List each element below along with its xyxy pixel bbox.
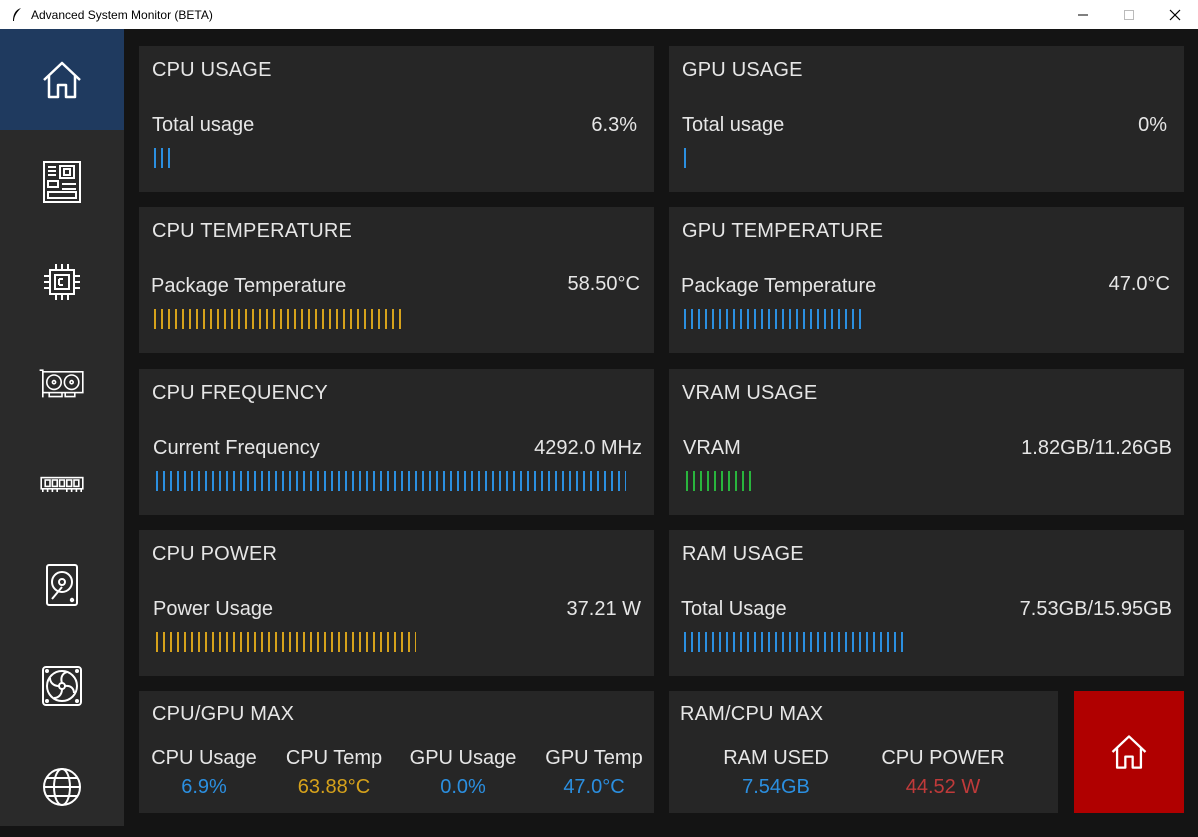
stat-label: CPU Temp (285, 747, 383, 769)
panel-title: CPU USAGE (152, 59, 272, 81)
close-button[interactable] (1152, 0, 1198, 29)
metric-label: Power Usage (153, 598, 274, 620)
gpu-usage-bar (684, 148, 688, 168)
metric-value: 0% (1138, 114, 1167, 136)
window-title: Advanced System Monitor (BETA) (31, 7, 213, 22)
stat-label: RAM USED (723, 747, 829, 769)
metric-value: 1.82GB/11.26GB (1021, 437, 1172, 459)
network-globe-icon (43, 767, 81, 806)
metric-value: 47.0°C (1108, 273, 1170, 295)
ram-icon (40, 476, 84, 492)
stat-label: GPU Temp (545, 747, 643, 769)
minimize-icon (1078, 14, 1088, 15)
fan-icon (42, 665, 82, 706)
panel-title: VRAM USAGE (682, 382, 818, 404)
feather-icon (13, 7, 21, 21)
home-icon (1111, 735, 1147, 769)
metric-value: 58.50°C (567, 273, 641, 295)
sidebar-item-home[interactable] (0, 29, 124, 130)
stat-cpu-usage: CPU Usage 6.9% (151, 747, 257, 799)
sidebar (0, 29, 124, 826)
cpu-gpu-max-panel: CPU/GPU MAX CPU Usage 6.9% CPU Temp 63.8… (139, 691, 654, 813)
cpu-usage-bar (154, 148, 174, 168)
graphics-card-icon (39, 368, 84, 397)
maximize-icon (1124, 9, 1134, 20)
stat-cpu-power: CPU POWER 44.52 W (875, 747, 1011, 799)
stat-value: 44.52 W (905, 776, 981, 798)
cpu-chip-icon (44, 263, 80, 300)
metric-value: 7.53GB/15.95GB (1019, 598, 1172, 620)
gpu-temperature-bar (684, 309, 864, 329)
stat-cpu-temp: CPU Temp 63.88°C (279, 747, 389, 799)
cpu-frequency-panel: CPU FREQUENCY Current Frequency 4292.0 M… (139, 369, 654, 515)
metric-value: 6.3% (591, 114, 637, 136)
metric-label: VRAM (683, 437, 741, 459)
cpu-power-bar (156, 632, 416, 652)
metric-label: Total Usage (681, 598, 787, 620)
gpu-usage-panel: GPU USAGE Total usage 0% (669, 46, 1184, 192)
stat-value: 7.54GB (742, 776, 810, 798)
sidebar-item-cpu[interactable] (0, 231, 124, 332)
stat-value: 63.88°C (297, 776, 371, 798)
metric-value: 4292.0 MHz (534, 437, 642, 459)
cpu-frequency-bar (156, 471, 626, 491)
panel-title: RAM USAGE (682, 543, 804, 565)
gpu-temperature-panel: GPU TEMPERATURE Package Temperature 47.0… (669, 207, 1184, 353)
vram-usage-bar (686, 471, 754, 491)
motherboard-icon (43, 160, 81, 203)
maximize-button[interactable] (1106, 0, 1152, 29)
cpu-temperature-bar (154, 309, 406, 329)
panel-title: CPU POWER (152, 543, 278, 565)
ram-usage-bar (684, 632, 906, 652)
cpu-temperature-panel: CPU TEMPERATURE Package Temperature 58.5… (139, 207, 654, 353)
metric-label: Package Temperature (151, 275, 347, 297)
sidebar-item-cooling[interactable] (0, 635, 124, 736)
stat-label: CPU Usage (151, 747, 257, 769)
stat-ram-used: RAM USED 7.54GB (719, 747, 833, 799)
sidebar-item-motherboard[interactable] (0, 130, 124, 231)
stat-gpu-usage: GPU Usage 0.0% (407, 747, 519, 799)
sidebar-item-storage[interactable] (0, 534, 124, 635)
metric-label: Current Frequency (153, 437, 320, 459)
close-icon (1169, 9, 1181, 20)
panel-title: CPU/GPU MAX (152, 703, 295, 725)
stat-value: 6.9% (181, 776, 227, 798)
stat-gpu-temp: GPU Temp 47.0°C (539, 747, 649, 799)
sidebar-item-memory[interactable] (0, 433, 124, 534)
panel-title: RAM/CPU MAX (680, 703, 824, 725)
stat-value: 47.0°C (563, 776, 625, 798)
cpu-usage-panel: CPU USAGE Total usage 6.3% (139, 46, 654, 192)
metric-value: 37.21 W (566, 598, 641, 620)
metric-label: Total usage (682, 114, 785, 136)
panel-title: CPU FREQUENCY (152, 382, 328, 404)
metric-label: Package Temperature (681, 275, 877, 297)
minimize-button[interactable] (1060, 0, 1106, 29)
title-bar: Advanced System Monitor (BETA) (0, 0, 1198, 29)
ram-cpu-max-panel: RAM/CPU MAX RAM USED 7.54GB CPU POWER 44… (669, 691, 1058, 813)
cpu-power-panel: CPU POWER Power Usage 37.21 W (139, 530, 654, 676)
home-button[interactable] (1074, 691, 1184, 813)
stat-label: CPU POWER (881, 747, 1005, 769)
panel-title: CPU TEMPERATURE (152, 220, 353, 242)
stat-value: 0.0% (440, 776, 486, 798)
sidebar-item-gpu[interactable] (0, 332, 124, 433)
vram-usage-panel: VRAM USAGE VRAM 1.82GB/11.26GB (669, 369, 1184, 515)
metric-label: Total usage (152, 114, 255, 136)
stat-label: GPU Usage (409, 747, 517, 769)
panel-title: GPU TEMPERATURE (682, 220, 884, 242)
ram-usage-panel: RAM USAGE Total Usage 7.53GB/15.95GB (669, 530, 1184, 676)
sidebar-item-network[interactable] (0, 736, 124, 837)
hard-drive-icon (46, 563, 78, 606)
panel-title: GPU USAGE (682, 59, 803, 81)
home-icon (43, 61, 81, 98)
